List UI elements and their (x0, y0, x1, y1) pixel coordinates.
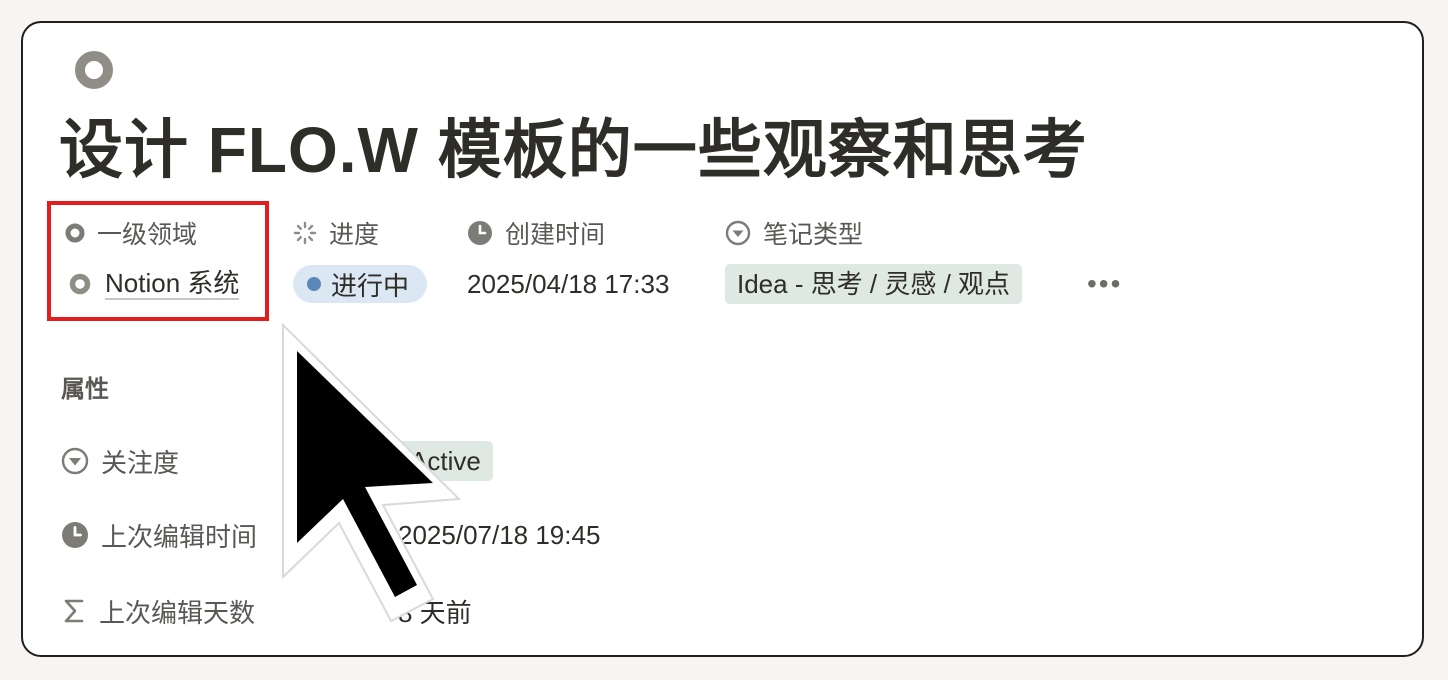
status-dot (307, 277, 321, 291)
property-header-created[interactable]: 创建时间 (467, 213, 605, 253)
page-title[interactable]: 设计 FLO.W 模板的一些观察和思考 (59, 109, 1088, 191)
sigma-icon (61, 597, 87, 625)
highlight-annotation (47, 201, 269, 321)
attributes-section-label[interactable]: 属性 (61, 369, 109, 404)
created-time-value: 2025/04/18 17:33 (467, 263, 669, 305)
status-pill[interactable]: 进行中 (293, 263, 428, 305)
dropdown-circle-icon (725, 220, 751, 246)
property-label: 进度 (329, 221, 380, 249)
status-label: 进行中 (331, 270, 410, 301)
property-label: 笔记类型 (763, 221, 864, 249)
note-type-tag-label: Idea - 思考 / 灵感 / 观点 (725, 264, 1023, 304)
clock-icon (467, 220, 493, 246)
created-time-text: 2025/04/18 17:33 (467, 268, 670, 299)
note-type-tag[interactable]: Idea - 思考 / 灵感 / 观点 (725, 263, 1023, 305)
clock-icon (61, 521, 89, 549)
page-card: 设计 FLO.W 模板的一些观察和思考 一级领域 进度 创建时间 笔记类型 No… (21, 21, 1424, 657)
progress-spinner-icon (293, 221, 317, 245)
dropdown-circle-icon (61, 447, 89, 475)
property-label: 创建时间 (505, 221, 606, 249)
more-properties-button[interactable]: ••• (1087, 263, 1122, 305)
property-header-note-type[interactable]: 笔记类型 (725, 213, 863, 253)
more-icon[interactable]: ••• (1087, 268, 1122, 300)
attribute-label: 上次编辑天数 (99, 597, 256, 628)
property-header-progress[interactable]: 进度 (293, 213, 379, 253)
mouse-cursor-icon (282, 322, 462, 623)
circle-ring-icon[interactable] (75, 51, 113, 89)
attribute-label: 关注度 (101, 447, 180, 478)
attribute-label: 上次编辑时间 (101, 521, 258, 552)
